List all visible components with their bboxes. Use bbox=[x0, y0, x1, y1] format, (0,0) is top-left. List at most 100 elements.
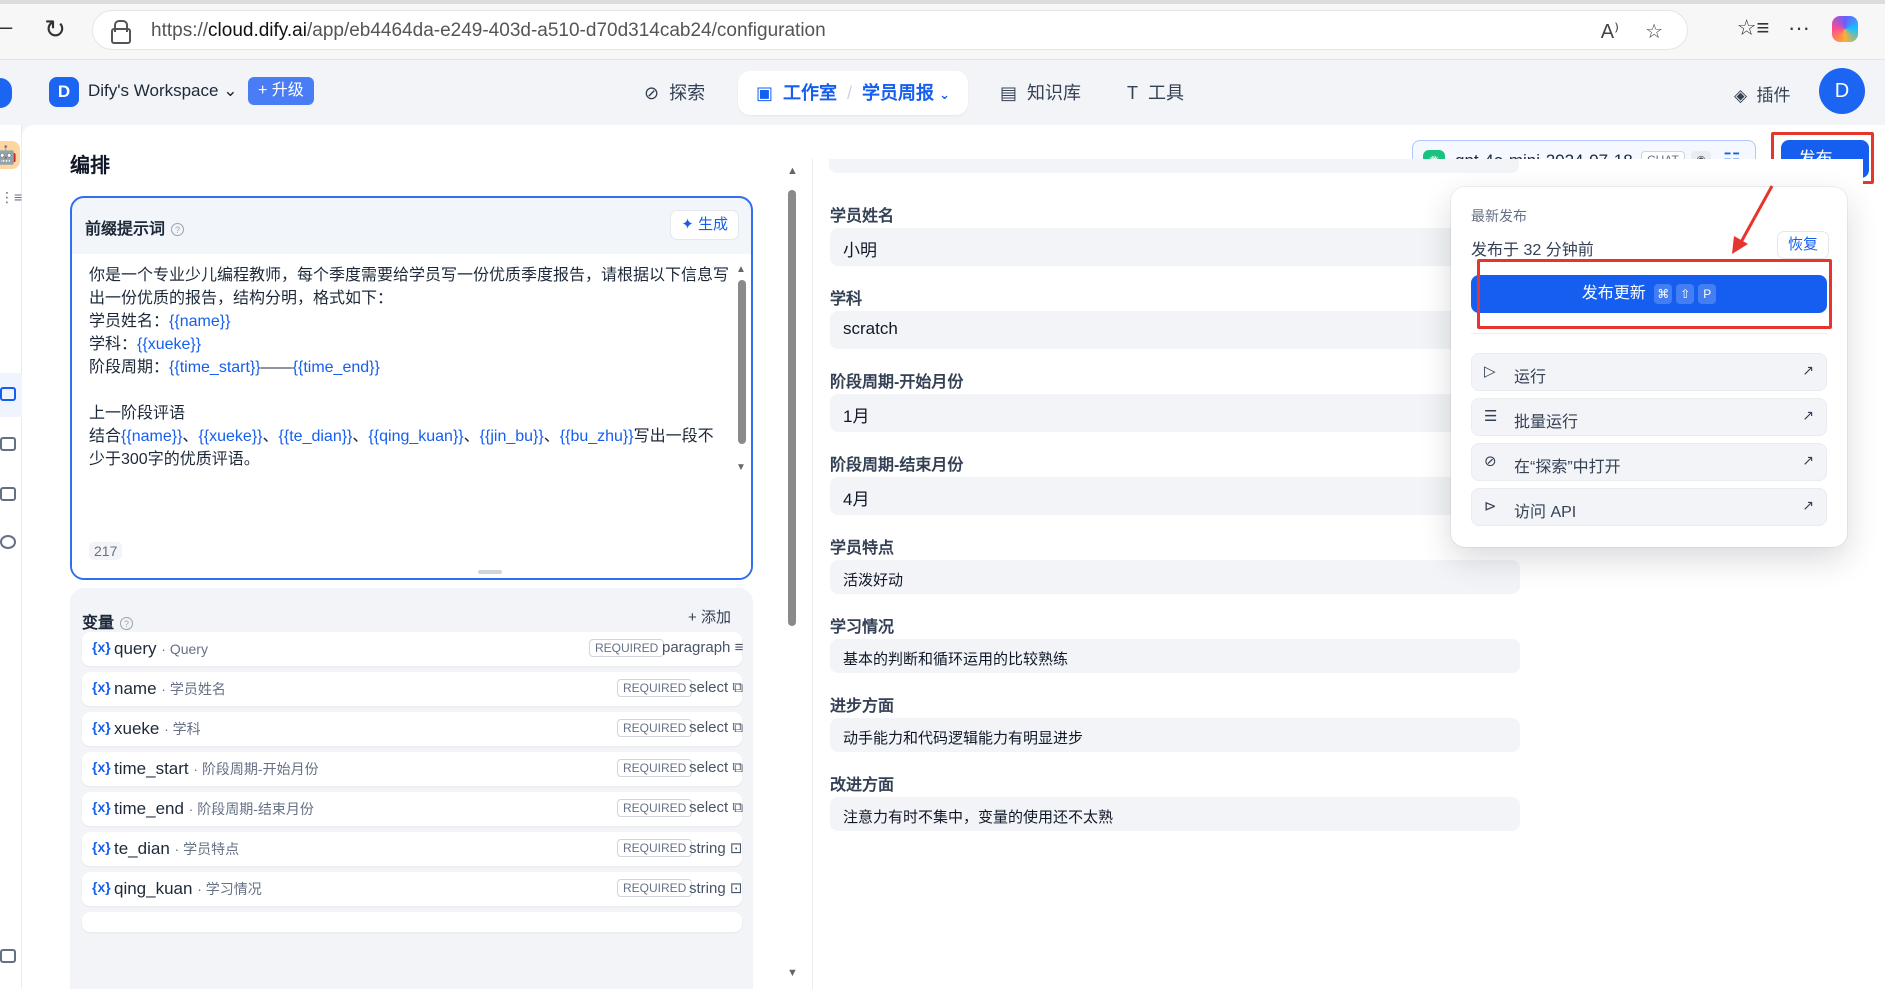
variable-row-time-end[interactable]: {x} time_end · 阶段周期-结束月份 REQUIRED select… bbox=[82, 792, 744, 826]
scroll-up-icon[interactable]: ▲ bbox=[736, 264, 746, 275]
tab-strip bbox=[0, 0, 1885, 4]
monitor-icon[interactable] bbox=[0, 387, 16, 401]
prompt-xueke-label: 学科： bbox=[89, 336, 138, 353]
prompt-blank-line bbox=[89, 379, 729, 402]
app-icon[interactable]: 🤖 bbox=[0, 141, 20, 169]
variable-row-te-dian[interactable]: {x} te_dian · 学员特点 REQUIRED string ⊡ bbox=[82, 832, 742, 866]
app-logo[interactable] bbox=[0, 78, 12, 108]
generate-button[interactable]: ✦ 生成 bbox=[670, 210, 739, 240]
reload-icon[interactable]: ↻ bbox=[40, 14, 70, 44]
variable-label-text: 学员姓名 bbox=[169, 681, 226, 697]
chevron-down-icon: ⌄ bbox=[223, 81, 238, 100]
field-label-subject: 学科 bbox=[830, 291, 863, 308]
read-aloud-icon[interactable]: A⁾ bbox=[1601, 21, 1619, 43]
back-icon[interactable]: – bbox=[0, 14, 12, 40]
variable-icon: {x} bbox=[92, 639, 111, 655]
variable-type: string ⊡ bbox=[689, 839, 742, 857]
scroll-thumb[interactable] bbox=[788, 190, 796, 626]
variable-row-time-start[interactable]: {x} time_start · 阶段周期-开始月份 REQUIRED sele… bbox=[82, 752, 743, 786]
help-icon[interactable]: ? bbox=[171, 223, 185, 237]
nav-knowledge[interactable]: ▤ 知识库 bbox=[1000, 71, 1081, 115]
prompt-dash: —— bbox=[260, 359, 293, 376]
variable-row-query[interactable]: {x} query · Query REQUIRED paragraph ≡ bbox=[82, 632, 743, 666]
variable-row-xueke[interactable]: {x} xueke · 学科 REQUIRED select ⧉ bbox=[82, 712, 743, 746]
field-subject-input[interactable]: scratch bbox=[830, 311, 1520, 349]
hammer-icon: T bbox=[1127, 83, 1138, 103]
help-icon[interactable]: ? bbox=[120, 617, 134, 631]
compass-icon: ⊘ bbox=[1484, 453, 1497, 470]
field-progress-input[interactable]: 动手能力和代码逻辑能力有明显进步 bbox=[830, 718, 1520, 752]
field-label-learning: 学习情况 bbox=[830, 619, 895, 636]
upgrade-button[interactable]: + 升级 bbox=[248, 77, 314, 105]
field-improve-input[interactable]: 注意力有时不集中，变量的使用还不太熟 bbox=[830, 797, 1520, 831]
app-header: D Dify's Workspace ⌄ + 升级 ⊘ 探索 ▣ 工作室 / 学员周… bbox=[0, 60, 1885, 125]
variable-key-text: qing_kuan bbox=[114, 879, 193, 898]
batch-run-item[interactable]: ☰ 批量运行 ↗ bbox=[1471, 398, 1827, 436]
variable-row-qing-kuan[interactable]: {x} qing_kuan · 学习情况 REQUIRED string ⊡ bbox=[82, 872, 742, 906]
variable-row-name[interactable]: {x} name · 学员姓名 REQUIRED select ⧉ bbox=[82, 672, 743, 706]
prompt-var: {{name}} bbox=[169, 313, 231, 330]
avatar[interactable]: D bbox=[1819, 68, 1865, 114]
field-name-input[interactable]: 小明 bbox=[830, 228, 1520, 266]
workspace-switcher[interactable]: Dify's Workspace ⌄ bbox=[88, 81, 237, 101]
prompt-editor[interactable]: 你是一个专业少儿编程教师，每个季度需要给学员写一份优质季度报告，请根据以下信息写… bbox=[72, 254, 751, 578]
terminal-icon[interactable] bbox=[0, 437, 16, 451]
field-end-month-select[interactable]: 4月⌄ bbox=[830, 477, 1520, 515]
address-bar[interactable]: https://cloud.dify.ai/app/eb4464da-e249-… bbox=[92, 10, 1688, 50]
access-api-item[interactable]: ⊳ 访问 API ↗ bbox=[1471, 488, 1827, 526]
url-text[interactable]: https://cloud.dify.ai/app/eb4464da-e249-… bbox=[151, 20, 826, 42]
scroll-down-icon[interactable]: ▼ bbox=[787, 967, 798, 979]
favorite-star-icon[interactable]: ☆ bbox=[1645, 21, 1663, 43]
scroll-up-icon[interactable]: ▲ bbox=[787, 165, 798, 177]
nav-tools[interactable]: T 工具 bbox=[1127, 71, 1184, 115]
field-traits-input[interactable]: 活泼好动 bbox=[830, 560, 1520, 594]
add-label: 添加 bbox=[700, 609, 731, 626]
variables-card: 变量? + 添加 {x} query · Query REQUIRED para… bbox=[70, 588, 753, 989]
open-in-explore-label: 在“探索”中打开 bbox=[1514, 459, 1621, 476]
scroll-down-icon[interactable]: ▼ bbox=[736, 462, 746, 473]
prompt-text[interactable]: 你是一个专业少儿编程教师，每个季度需要给学员写一份优质季度报告，请根据以下信息写… bbox=[89, 264, 729, 471]
text-field-icon: ⊡ bbox=[729, 840, 743, 857]
resize-handle[interactable] bbox=[478, 570, 502, 574]
url-prefix: https:// bbox=[151, 20, 209, 41]
field-start-month-select[interactable]: 1月 bbox=[830, 394, 1520, 432]
more-icon[interactable]: ··· bbox=[1776, 15, 1822, 41]
external-link-icon: ↗ bbox=[1802, 407, 1814, 423]
required-badge: REQUIRED bbox=[617, 679, 693, 697]
favorites-list-icon[interactable]: ☆≡ bbox=[1730, 15, 1776, 41]
scroll-thumb[interactable] bbox=[738, 280, 746, 444]
upgrade-label: 升级 bbox=[271, 82, 304, 99]
left-sidebar: 🤖 ⋮≡ bbox=[0, 125, 22, 989]
nav-explore[interactable]: ⊘ 探索 bbox=[644, 71, 705, 115]
previous-field-edge bbox=[829, 159, 1519, 173]
variable-key-text: xueke bbox=[114, 719, 160, 738]
variable-row-partial[interactable] bbox=[82, 912, 742, 932]
restore-button[interactable]: 恢复 bbox=[1776, 231, 1829, 259]
plugins-link[interactable]: ◈ 插件 bbox=[1734, 81, 1791, 106]
logs-icon[interactable] bbox=[0, 487, 16, 501]
external-link-icon: ↗ bbox=[1802, 452, 1814, 468]
url-path: /app/eb4464da-e249-403d-a510-d70d314cab2… bbox=[306, 20, 826, 41]
run-app-item[interactable]: ▷ 运行 ↗ bbox=[1471, 353, 1827, 391]
lock-icon[interactable] bbox=[111, 20, 131, 44]
prompt-header: 前缀提示词? ✦ 生成 bbox=[72, 198, 751, 254]
generate-label: 生成 bbox=[697, 216, 728, 233]
add-variable-button[interactable]: + 添加 bbox=[688, 606, 731, 627]
nav-studio[interactable]: ▣ 工作室 / 学员周报 ⌄ bbox=[738, 71, 968, 115]
field-learning-input[interactable]: 基本的判断和循环运用的比较熟练 bbox=[830, 639, 1520, 673]
orchestrate-icon[interactable]: ⋮≡ bbox=[0, 189, 22, 205]
workspace-badge[interactable]: D bbox=[49, 77, 79, 107]
select-icon: ⧉ bbox=[732, 799, 744, 816]
panel-toggle-icon[interactable] bbox=[0, 949, 16, 963]
plus-icon: + bbox=[258, 82, 268, 99]
variable-label-text: 阶段周期-结束月份 bbox=[197, 801, 314, 817]
gauge-icon[interactable] bbox=[0, 535, 16, 549]
required-badge: REQUIRED bbox=[617, 719, 693, 737]
play-icon: ▷ bbox=[1484, 363, 1496, 380]
variable-label-text: 学科 bbox=[172, 721, 201, 737]
copilot-icon[interactable] bbox=[1822, 15, 1868, 43]
open-in-explore-item[interactable]: ⊘ 在“探索”中打开 ↗ bbox=[1471, 443, 1827, 481]
config-scrollbar[interactable]: ▲ ▼ bbox=[785, 165, 799, 989]
prompt-scrollbar[interactable]: ▲ ▼ bbox=[736, 264, 746, 476]
current-app-name[interactable]: 学员周报 bbox=[862, 83, 934, 103]
